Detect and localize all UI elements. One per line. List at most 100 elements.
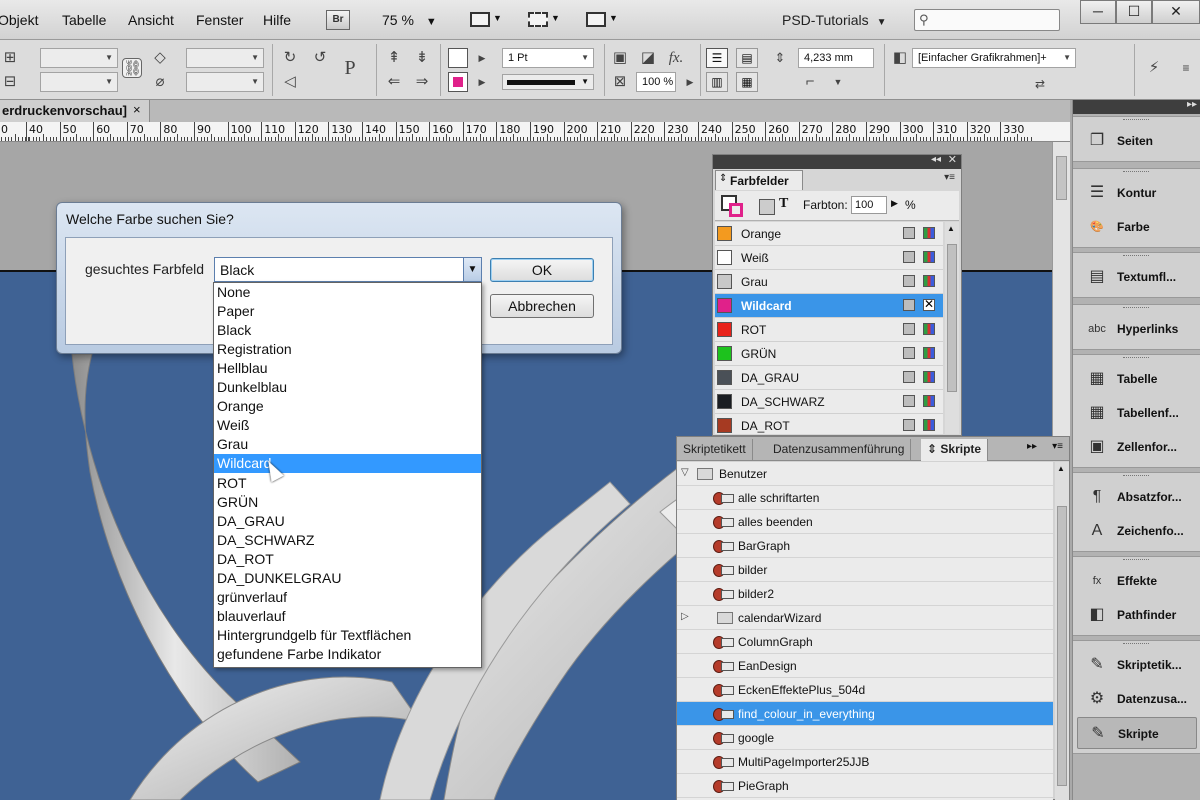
text-wrap-bbox-button[interactable]: ▤ xyxy=(736,48,758,68)
dock-item-paragraph-styles[interactable]: ¶ Absatzfor... xyxy=(1077,481,1197,513)
dropdown-option[interactable]: None xyxy=(214,283,481,302)
dock-item-pages[interactable]: ❐ Seiten xyxy=(1077,125,1197,157)
drag-grip-icon[interactable] xyxy=(1123,357,1149,360)
tab-skripte[interactable]: ⇕ Skripte xyxy=(921,439,989,461)
select-next-icon[interactable]: ⇒ xyxy=(412,72,432,92)
script-row[interactable]: EanDesign xyxy=(677,654,1053,678)
script-row[interactable]: google xyxy=(677,726,1053,750)
stroke-swatch[interactable] xyxy=(448,72,468,92)
dock-item-text-wrap[interactable]: ▤ Textumfl... xyxy=(1077,261,1197,293)
swatch-dropdown[interactable]: Black ▼ xyxy=(214,257,482,282)
dropdown-option[interactable]: Wildcard xyxy=(214,454,481,474)
close-icon[interactable]: ✕ xyxy=(948,153,957,166)
swatch-row[interactable]: Orange xyxy=(715,222,943,246)
tint-input[interactable]: 100 xyxy=(851,196,887,214)
rotate-ccw-icon[interactable]: ↺ xyxy=(310,48,330,68)
quick-apply-icon[interactable]: ⚡ xyxy=(1144,58,1164,78)
collapsed-triangle-icon[interactable]: ▷ xyxy=(681,611,689,622)
drag-grip-icon[interactable] xyxy=(1123,643,1149,646)
swatch-row[interactable]: ROT xyxy=(715,318,943,342)
dropdown-option[interactable]: DA_SCHWARZ xyxy=(214,531,481,550)
tab-datenzusammenfuehrung[interactable]: Datenzusammenführung xyxy=(767,439,912,461)
dock-item-table-styles[interactable]: ▦ Tabellenf... xyxy=(1077,397,1197,429)
collapse-icon[interactable]: ◂◂ xyxy=(931,154,941,165)
dropdown-option[interactable]: DA_ROT xyxy=(214,550,481,569)
menu-fenster[interactable]: Fenster xyxy=(196,12,243,28)
dock-item-script-label[interactable]: ✎ Skriptetik... xyxy=(1077,649,1197,681)
corner-shape-icon[interactable]: ⌐ xyxy=(800,72,820,92)
script-row[interactable]: BarGraph xyxy=(677,534,1053,558)
menu-objekt[interactable]: Objekt xyxy=(0,12,38,28)
dock-item-table[interactable]: ▦ Tabelle xyxy=(1077,363,1197,395)
dropdown-option[interactable]: Weiß xyxy=(214,416,481,435)
maximize-button[interactable]: ☐ xyxy=(1116,0,1152,24)
width-field[interactable]: ▼ xyxy=(40,48,118,68)
chevron-right-icon[interactable]: ▶ xyxy=(891,198,898,209)
paragraph-direction-icon[interactable]: P xyxy=(340,58,360,78)
expand-dock-icon[interactable]: ▸▸ xyxy=(1187,99,1197,110)
flip-icon[interactable]: ◁ xyxy=(280,72,300,92)
close-window-button[interactable]: ✕ xyxy=(1152,0,1200,24)
swatch-row[interactable]: Weiß xyxy=(715,246,943,270)
chevron-right-icon[interactable]: ▶ xyxy=(472,48,492,68)
swatch-scrollbar[interactable]: ▲ xyxy=(945,222,959,434)
dropdown-option[interactable]: Registration xyxy=(214,340,481,359)
dropdown-option[interactable]: grünverlauf xyxy=(214,588,481,607)
script-row[interactable]: ColumnGraph xyxy=(677,630,1053,654)
panel-menu-icon[interactable]: ▾≡ xyxy=(1052,441,1063,452)
dock-item-cell-styles[interactable]: ▣ Zellenfor... xyxy=(1077,431,1197,463)
chevron-up-icon[interactable]: ▲ xyxy=(947,224,955,233)
swatch-row[interactable]: GRÜN xyxy=(715,342,943,366)
script-row[interactable]: bilder2 xyxy=(677,582,1053,606)
help-search-input[interactable]: ⚲ xyxy=(914,9,1060,31)
close-icon[interactable]: × xyxy=(133,102,141,117)
offset-field[interactable]: 4,233 mm xyxy=(798,48,874,68)
dropdown-option[interactable]: Grau xyxy=(214,435,481,454)
scrollbar-thumb[interactable] xyxy=(1057,506,1067,786)
drag-grip-icon[interactable] xyxy=(1123,307,1149,310)
stroke-type-select[interactable]: ▼ xyxy=(502,74,594,90)
swatch-row[interactable]: DA_GRAU xyxy=(715,366,943,390)
chevron-up-icon[interactable]: ▲ xyxy=(1057,464,1065,473)
document-tab[interactable]: erdruckenvorschau] × xyxy=(0,100,150,122)
workspace-switcher[interactable]: PSD-Tutorials ▼ xyxy=(782,12,887,28)
text-wrap-none-button[interactable]: ☰ xyxy=(706,48,728,68)
menu-ansicht[interactable]: Ansicht xyxy=(128,12,174,28)
reference-point-icon[interactable]: ⊞ xyxy=(0,48,20,68)
script-row[interactable]: alle schriftarten xyxy=(677,486,1053,510)
dock-item-hyperlinks[interactable]: abc Hyperlinks xyxy=(1077,313,1197,345)
text-wrap-shape-button[interactable]: ▥ xyxy=(706,72,728,92)
scale-x-field[interactable]: ▼ xyxy=(186,48,264,68)
dropdown-option[interactable]: GRÜN xyxy=(214,493,481,512)
text-format-icon[interactable]: T xyxy=(779,196,788,212)
dock-item-scripts[interactable]: ✎ Skripte xyxy=(1077,717,1197,749)
text-wrap-jump-button[interactable]: ▦ xyxy=(736,72,758,92)
tab-farbfelder[interactable]: ⇕ Farbfelder xyxy=(715,170,803,190)
drag-grip-icon[interactable] xyxy=(1123,255,1149,258)
script-row[interactable]: find_colour_in_everything xyxy=(677,702,1053,726)
opacity-field[interactable]: 100 % xyxy=(636,72,676,92)
screen-mode-button[interactable]: ▼ xyxy=(528,10,560,30)
arrange-documents-button[interactable]: ▼ xyxy=(586,10,618,30)
menu-tabelle[interactable]: Tabelle xyxy=(62,12,106,28)
dropdown-option[interactable]: gefundene Farbe Indikator xyxy=(214,645,481,664)
cancel-button[interactable]: Abbrechen xyxy=(490,294,594,318)
scrollbar-thumb[interactable] xyxy=(1056,156,1067,200)
tab-skriptetikett[interactable]: Skriptetikett xyxy=(677,439,753,461)
minimize-button[interactable]: ─ xyxy=(1080,0,1116,24)
select-previous-icon[interactable]: ⇐ xyxy=(384,72,404,92)
script-row[interactable]: alles beenden xyxy=(677,510,1053,534)
scrollbar-thumb[interactable] xyxy=(947,244,957,392)
dropdown-option[interactable]: ROT xyxy=(214,474,481,493)
swatch-row[interactable]: DA_SCHWARZ xyxy=(715,390,943,414)
drag-grip-icon[interactable] xyxy=(1123,119,1149,122)
swatch-row[interactable]: DA_ROT xyxy=(715,414,943,434)
script-row[interactable]: EckenEffektePlus_504d xyxy=(677,678,1053,702)
script-folder-row[interactable]: ▽ Benutzer xyxy=(677,462,1053,486)
stroke-weight-field[interactable]: 1 Pt ▼ xyxy=(502,48,594,68)
script-folder-row[interactable]: ▷ calendarWizard xyxy=(677,606,1053,630)
effects-icon[interactable]: fx. xyxy=(666,48,686,68)
chevron-right-icon[interactable]: ▶ xyxy=(680,72,700,92)
script-row[interactable]: MultiPageImporter25JJB xyxy=(677,750,1053,774)
select-container-icon[interactable]: ⇞ xyxy=(384,48,404,68)
